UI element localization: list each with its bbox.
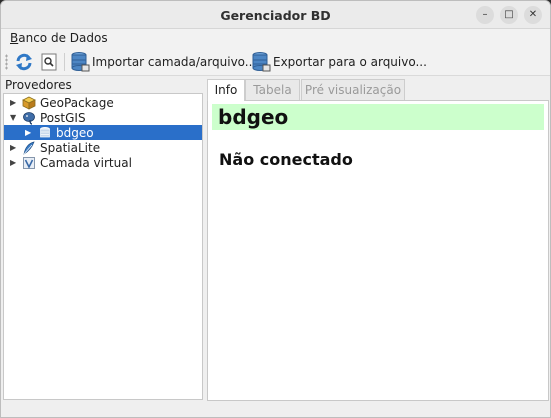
close-button[interactable]: ✕ [524, 6, 542, 24]
postgis-elephant-icon [23, 111, 35, 125]
tab-bar: Info Tabela Pré visualização [207, 79, 549, 101]
menu-label: anco de Dados [18, 31, 108, 45]
tree-item-label: PostGIS [40, 110, 86, 125]
tree-item-spatialite[interactable]: ▶ SpatiaLite [4, 140, 202, 155]
tree-item-label: GeoPackage [40, 95, 114, 110]
sql-window-button[interactable] [39, 51, 59, 73]
providers-panel: Provedores ▶ GeoPackage ▼ PostGIS ▶ bdge… [3, 78, 203, 400]
toolbar-grip[interactable] [5, 54, 8, 70]
tree-item-label: SpatiaLite [40, 140, 101, 155]
tab-tabela[interactable]: Tabela [245, 79, 300, 100]
geopackage-icon [22, 96, 36, 110]
title-bar[interactable]: Gerenciador BD – □ ✕ [1, 1, 550, 29]
expand-arrow-icon[interactable]: ▶ [25, 128, 31, 137]
tree-item-postgis[interactable]: ▼ PostGIS [4, 110, 202, 125]
export-file-button[interactable]: Exportar para o arquivo... [251, 51, 427, 73]
export-file-label: Exportar para o arquivo... [273, 55, 427, 69]
window-title: Gerenciador BD [220, 8, 331, 23]
maximize-button[interactable]: □ [500, 6, 518, 24]
collapse-arrow-icon[interactable]: ▼ [10, 113, 16, 122]
details-panel: Info Tabela Pré visualização bdgeo Não c… [207, 79, 549, 401]
providers-title: Provedores [5, 78, 72, 92]
db-header-banner: bdgeo [212, 104, 544, 130]
tree-item-geopackage[interactable]: ▶ GeoPackage [4, 95, 202, 110]
menu-banco-de-dados[interactable]: Banco de Dados [10, 31, 108, 45]
tree-item-label: bdgeo [56, 125, 94, 140]
menu-bar: Banco de Dados [1, 29, 550, 48]
database-export-icon [252, 52, 271, 72]
status-bar [1, 403, 550, 417]
tab-info[interactable]: Info [207, 79, 245, 101]
expand-arrow-icon[interactable]: ▶ [10, 143, 16, 152]
connection-status: Não conectado [219, 150, 353, 169]
tree-item-bdgeo[interactable]: ▶ bdgeo [4, 125, 202, 140]
spatialite-feather-icon [23, 140, 35, 155]
sql-window-icon [41, 53, 57, 71]
minimize-button[interactable]: – [476, 6, 494, 24]
db-manager-window: Gerenciador BD – □ ✕ Banco de Dados Impo… [0, 0, 551, 418]
menu-mnemonic: B [10, 31, 19, 45]
database-icon [40, 126, 50, 137]
db-name-heading: bdgeo [218, 105, 289, 129]
toolbar-separator [64, 53, 65, 71]
refresh-button[interactable] [13, 51, 35, 73]
expand-arrow-icon[interactable]: ▶ [10, 98, 16, 107]
database-import-icon [71, 52, 90, 72]
tree-item-camada-virtual[interactable]: ▶ Camada virtual [4, 155, 202, 170]
tab-pre-visualizacao[interactable]: Pré visualização [301, 79, 405, 100]
refresh-icon [16, 53, 32, 71]
import-layer-label: Importar camada/arquivo... [92, 55, 257, 69]
tree-item-label: Camada virtual [40, 155, 132, 170]
toolbar: Importar camada/arquivo... Exportar para… [1, 48, 550, 76]
info-tab-content: bdgeo Não conectado [207, 100, 549, 401]
expand-arrow-icon[interactable]: ▶ [10, 158, 16, 167]
import-layer-button[interactable]: Importar camada/arquivo... [70, 51, 256, 73]
virtual-layer-icon [23, 156, 35, 169]
providers-tree[interactable]: ▶ GeoPackage ▼ PostGIS ▶ bdgeo ▶ SpatiaL… [3, 93, 203, 400]
